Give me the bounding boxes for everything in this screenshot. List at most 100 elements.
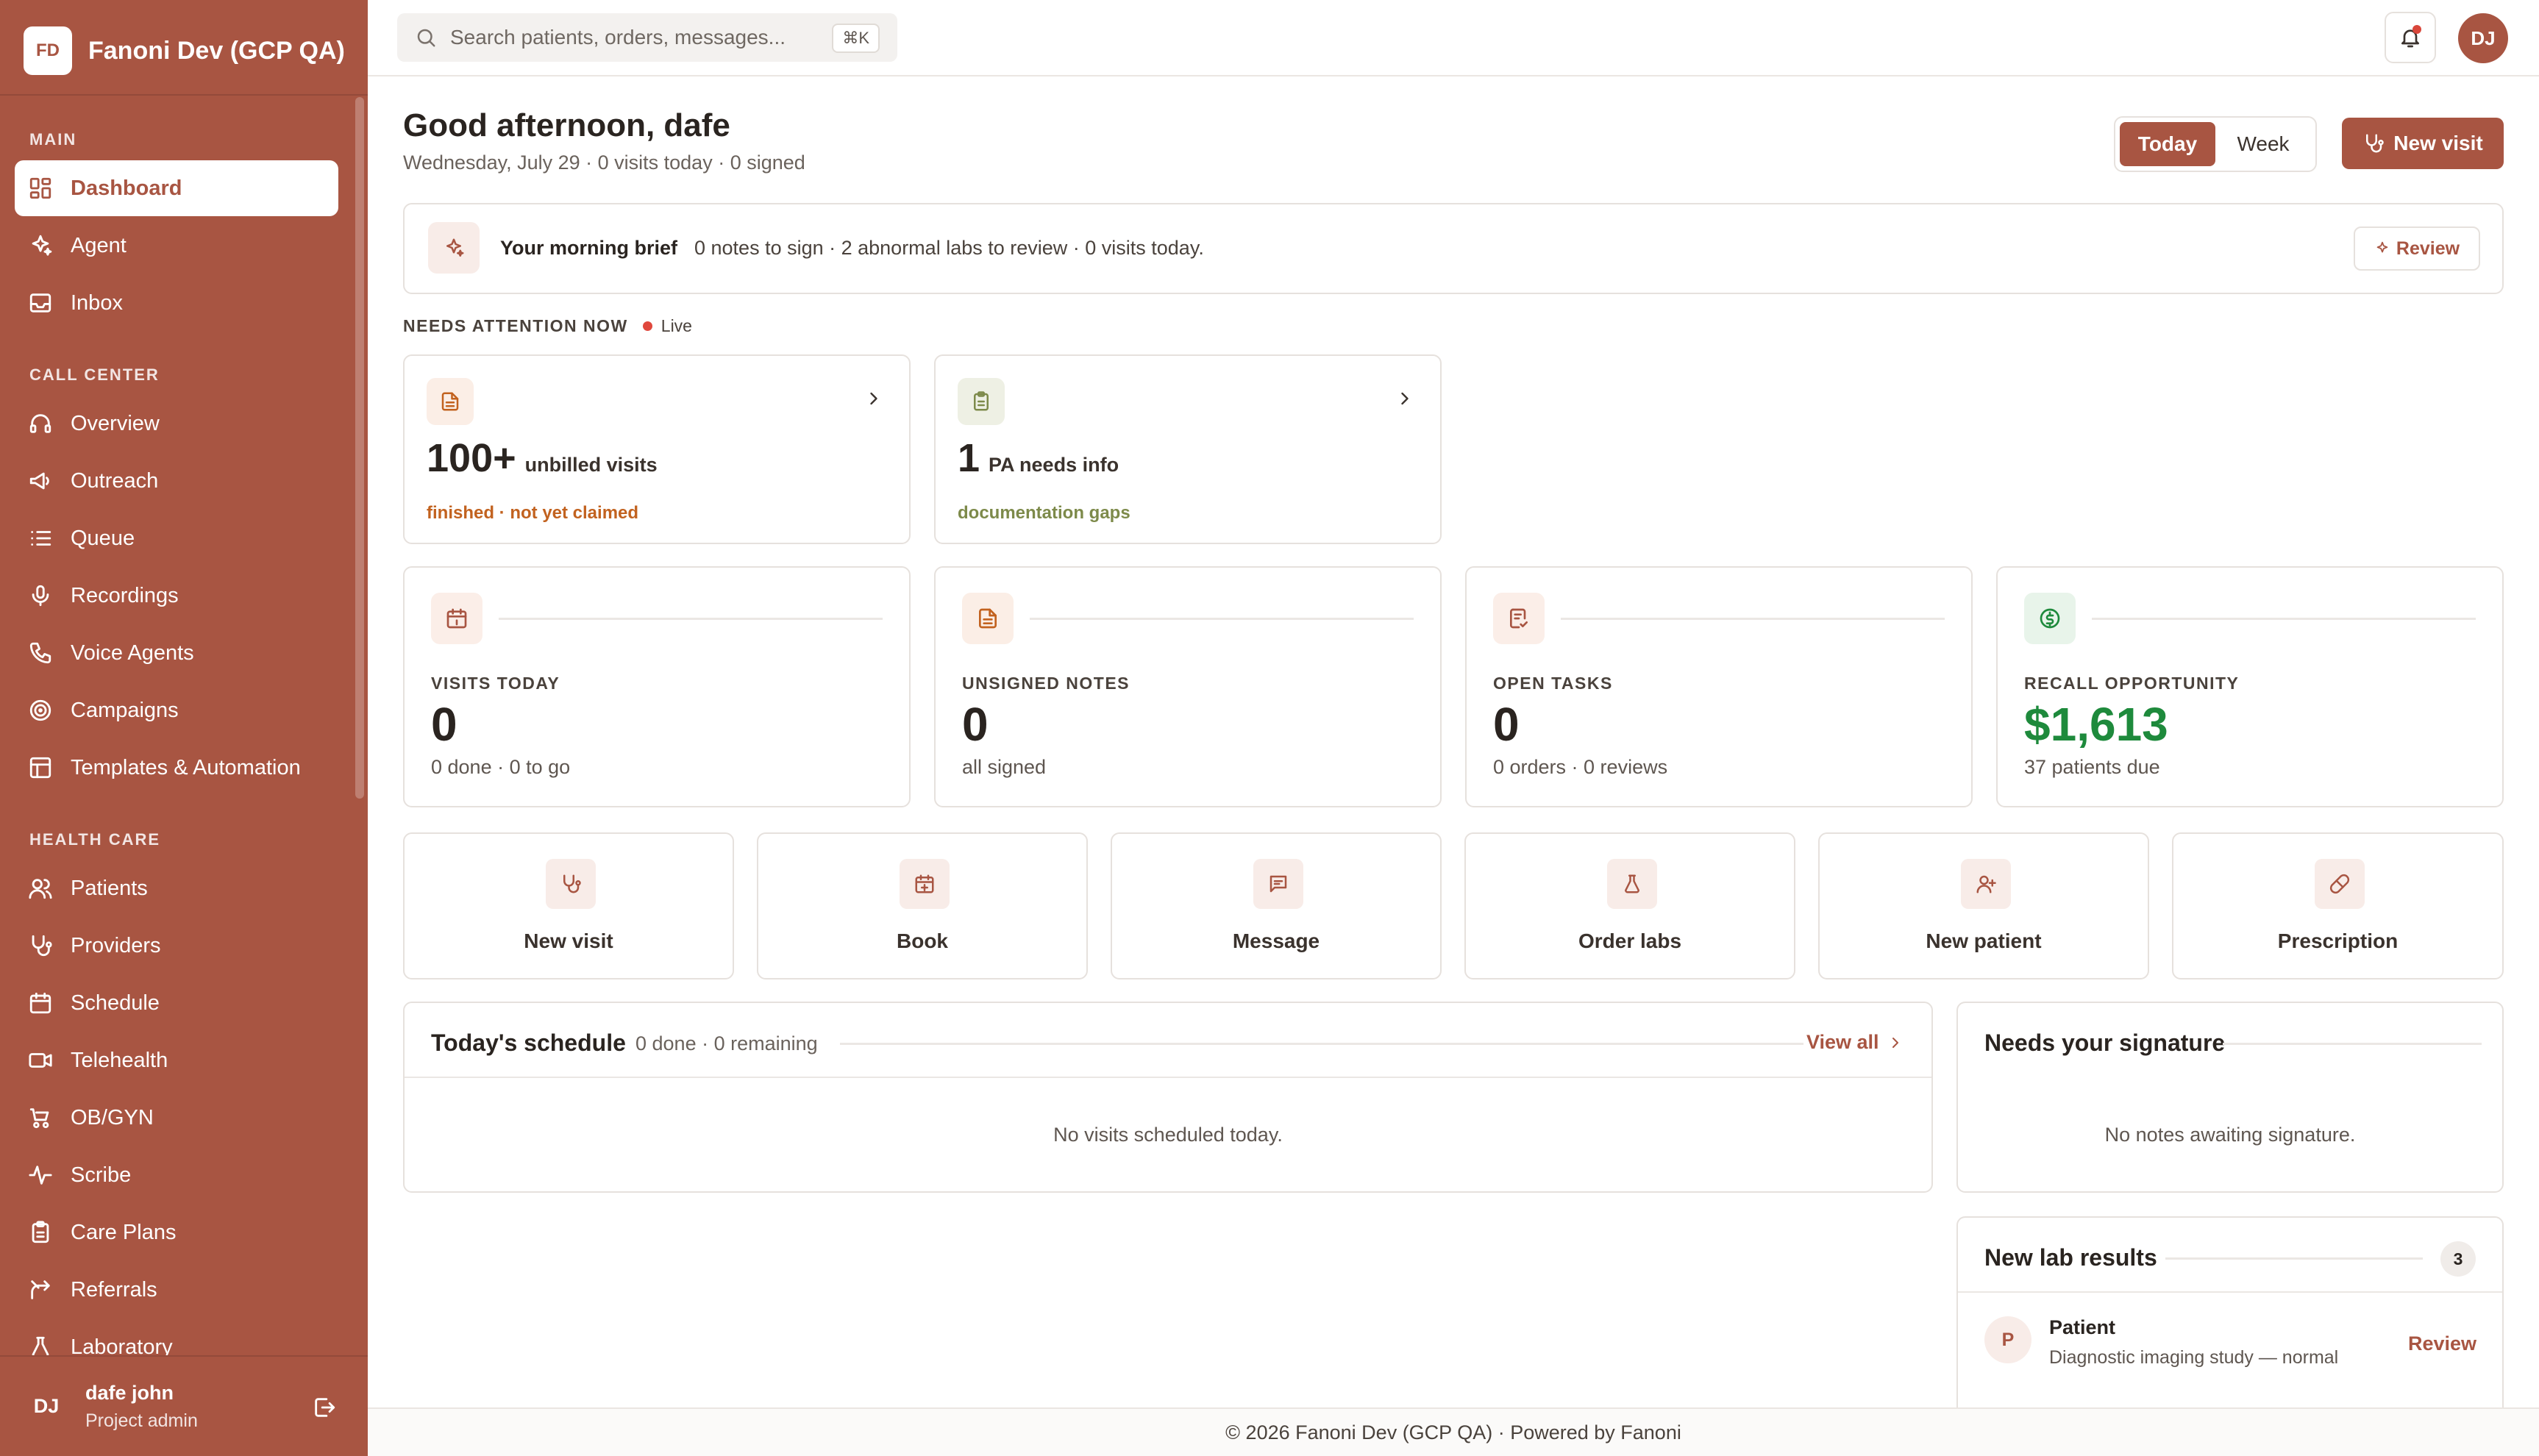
- nav-label: Referrals: [71, 1277, 157, 1302]
- logout-icon[interactable]: [312, 1395, 337, 1420]
- range-toggle: Today Week: [2114, 116, 2317, 172]
- sidebar-nav: MAIN Dashboard Agent Inbox CALL CENTER O…: [15, 94, 338, 1355]
- nav-outreach[interactable]: Outreach: [15, 453, 338, 509]
- attention-card-unbilled[interactable]: 100+ unbilled visits finished · not yet c…: [403, 354, 911, 544]
- live-dot: [642, 321, 652, 331]
- nav-schedule[interactable]: Schedule: [15, 975, 338, 1031]
- document-icon: [979, 608, 997, 629]
- nav-campaigns[interactable]: Campaigns: [15, 682, 338, 738]
- page-title: Good afternoon, dafe: [403, 107, 730, 143]
- icon-box: [1607, 859, 1657, 909]
- nav-obgyn[interactable]: OB/GYN: [15, 1090, 338, 1146]
- user-avatar-button[interactable]: DJ: [2458, 13, 2508, 63]
- stat-label: OPEN TASKS: [1493, 674, 1613, 693]
- range-week-button[interactable]: Week: [2215, 122, 2311, 166]
- nav-overview[interactable]: Overview: [15, 396, 338, 452]
- calendar-plus-icon: [915, 874, 934, 893]
- notifications-button[interactable]: [2385, 12, 2436, 63]
- user-info: dafe john Project admin: [85, 1382, 198, 1432]
- icon-box: [1961, 859, 2011, 909]
- nav-recordings[interactable]: Recordings: [15, 568, 338, 624]
- search-bar[interactable]: ⌘K: [397, 13, 897, 62]
- quick-action-label: New visit: [524, 929, 613, 952]
- quick-new-visit-button[interactable]: New visit: [403, 832, 734, 979]
- lab-review-button[interactable]: Review: [2408, 1332, 2476, 1355]
- brand[interactable]: FD Fanoni Dev (GCP QA): [24, 26, 345, 75]
- quick-book-button[interactable]: Book: [757, 832, 1088, 979]
- nav-label: Campaigns: [71, 698, 179, 722]
- stat-visits-today[interactable]: VISITS TODAY 0 0 done · 0 to go: [403, 566, 911, 807]
- stat-open-tasks[interactable]: OPEN TASKS 0 0 orders · 0 reviews: [1465, 566, 1973, 807]
- nav-laboratory[interactable]: Laboratory: [15, 1319, 338, 1355]
- attention-value: 1 PA needs info: [958, 435, 1119, 481]
- stat-sub: all signed: [962, 756, 1047, 778]
- nav-telehealth[interactable]: Telehealth: [15, 1032, 338, 1088]
- quick-new-patient-button[interactable]: New patient: [1818, 832, 2149, 979]
- megaphone-icon: [29, 472, 49, 490]
- search-input[interactable]: [450, 26, 818, 49]
- nav-templates[interactable]: Templates & Automation: [15, 740, 338, 796]
- nav-label: Outreach: [71, 468, 159, 493]
- nav-care-plans[interactable]: Care Plans: [15, 1205, 338, 1260]
- stat-value: 0: [431, 698, 457, 751]
- section-health-care: HEALTH CARE: [29, 830, 161, 849]
- review-label: Review: [2396, 238, 2460, 259]
- stethoscope-icon: [32, 935, 52, 957]
- nav-scribe[interactable]: Scribe: [15, 1147, 338, 1203]
- divider: [2165, 1257, 2423, 1260]
- sidebar-scrollbar[interactable]: [355, 97, 364, 799]
- range-today-button[interactable]: Today: [2120, 122, 2215, 166]
- nav-referrals[interactable]: Referrals: [15, 1262, 338, 1318]
- topbar: ⌘K DJ: [368, 0, 2539, 76]
- split-arrow-icon: [31, 1280, 50, 1299]
- quick-action-label: New patient: [1926, 929, 2042, 952]
- new-visit-button[interactable]: New visit: [2342, 118, 2504, 169]
- stethoscope-icon: [2366, 134, 2385, 153]
- headset-icon: [29, 414, 51, 433]
- brief-review-button[interactable]: Review: [2354, 226, 2480, 271]
- nav-patients[interactable]: Patients: [15, 860, 338, 916]
- live-indicator: Live: [642, 316, 692, 336]
- nav-label: Telehealth: [71, 1048, 168, 1072]
- stat-recall-opportunity[interactable]: RECALL OPPORTUNITY $1,613 37 patients du…: [1996, 566, 2504, 807]
- nav-dashboard[interactable]: Dashboard: [15, 160, 338, 216]
- nav-voice-agents[interactable]: Voice Agents: [15, 625, 338, 681]
- stroller-icon: [29, 1108, 49, 1129]
- quick-prescription-button[interactable]: Prescription: [2172, 832, 2504, 979]
- search-icon: [417, 29, 435, 47]
- nav-providers[interactable]: Providers: [15, 918, 338, 974]
- nav-inbox[interactable]: Inbox: [15, 275, 338, 331]
- attention-card-pa[interactable]: 1 PA needs info documentation gaps: [934, 354, 1442, 544]
- clipboard-icon: [32, 1221, 49, 1243]
- new-visit-label: New visit: [2393, 132, 2483, 154]
- stat-label: RECALL OPPORTUNITY: [2024, 674, 2240, 693]
- nav-queue[interactable]: Queue: [15, 510, 338, 566]
- view-all-link[interactable]: View all: [1806, 1031, 1904, 1054]
- stat-value: $1,613: [2024, 698, 2168, 751]
- divider: [1958, 1291, 2502, 1293]
- attention-label: PA needs info: [989, 454, 1119, 476]
- nav-label: Schedule: [71, 991, 160, 1015]
- nav-label: Agent: [71, 233, 127, 257]
- stat-value: 0: [962, 698, 989, 751]
- sparkline: [2092, 618, 2476, 620]
- live-label: Live: [660, 316, 692, 335]
- page-subtitle: Wednesday, July 29 · 0 visits today · 0 …: [403, 151, 805, 174]
- quick-order-labs-button[interactable]: Order labs: [1464, 832, 1795, 979]
- phone-icon: [29, 642, 51, 664]
- schedule-empty: No visits scheduled today.: [1053, 1124, 1283, 1146]
- morning-brief: Your morning brief 0 notes to sign · 2 a…: [403, 203, 2504, 294]
- nav-label: Providers: [71, 933, 161, 957]
- nav-label: Recordings: [71, 583, 179, 607]
- brief-text: 0 notes to sign · 2 abnormal labs to rev…: [694, 237, 1204, 259]
- stat-unsigned-notes[interactable]: UNSIGNED NOTES 0 all signed: [934, 566, 1442, 807]
- user-profile[interactable]: DJ dafe john Project admin: [0, 1355, 368, 1456]
- flask-icon: [32, 1336, 49, 1355]
- quick-action-label: Prescription: [2277, 929, 2399, 952]
- quick-message-button[interactable]: Message: [1111, 832, 1442, 979]
- microphone-icon: [32, 585, 49, 607]
- nav-agent[interactable]: Agent: [15, 218, 338, 274]
- quick-action-label: Message: [1232, 929, 1320, 952]
- stat-sub: 0 orders · 0 reviews: [1493, 756, 1668, 778]
- brief-icon-box: [428, 222, 480, 274]
